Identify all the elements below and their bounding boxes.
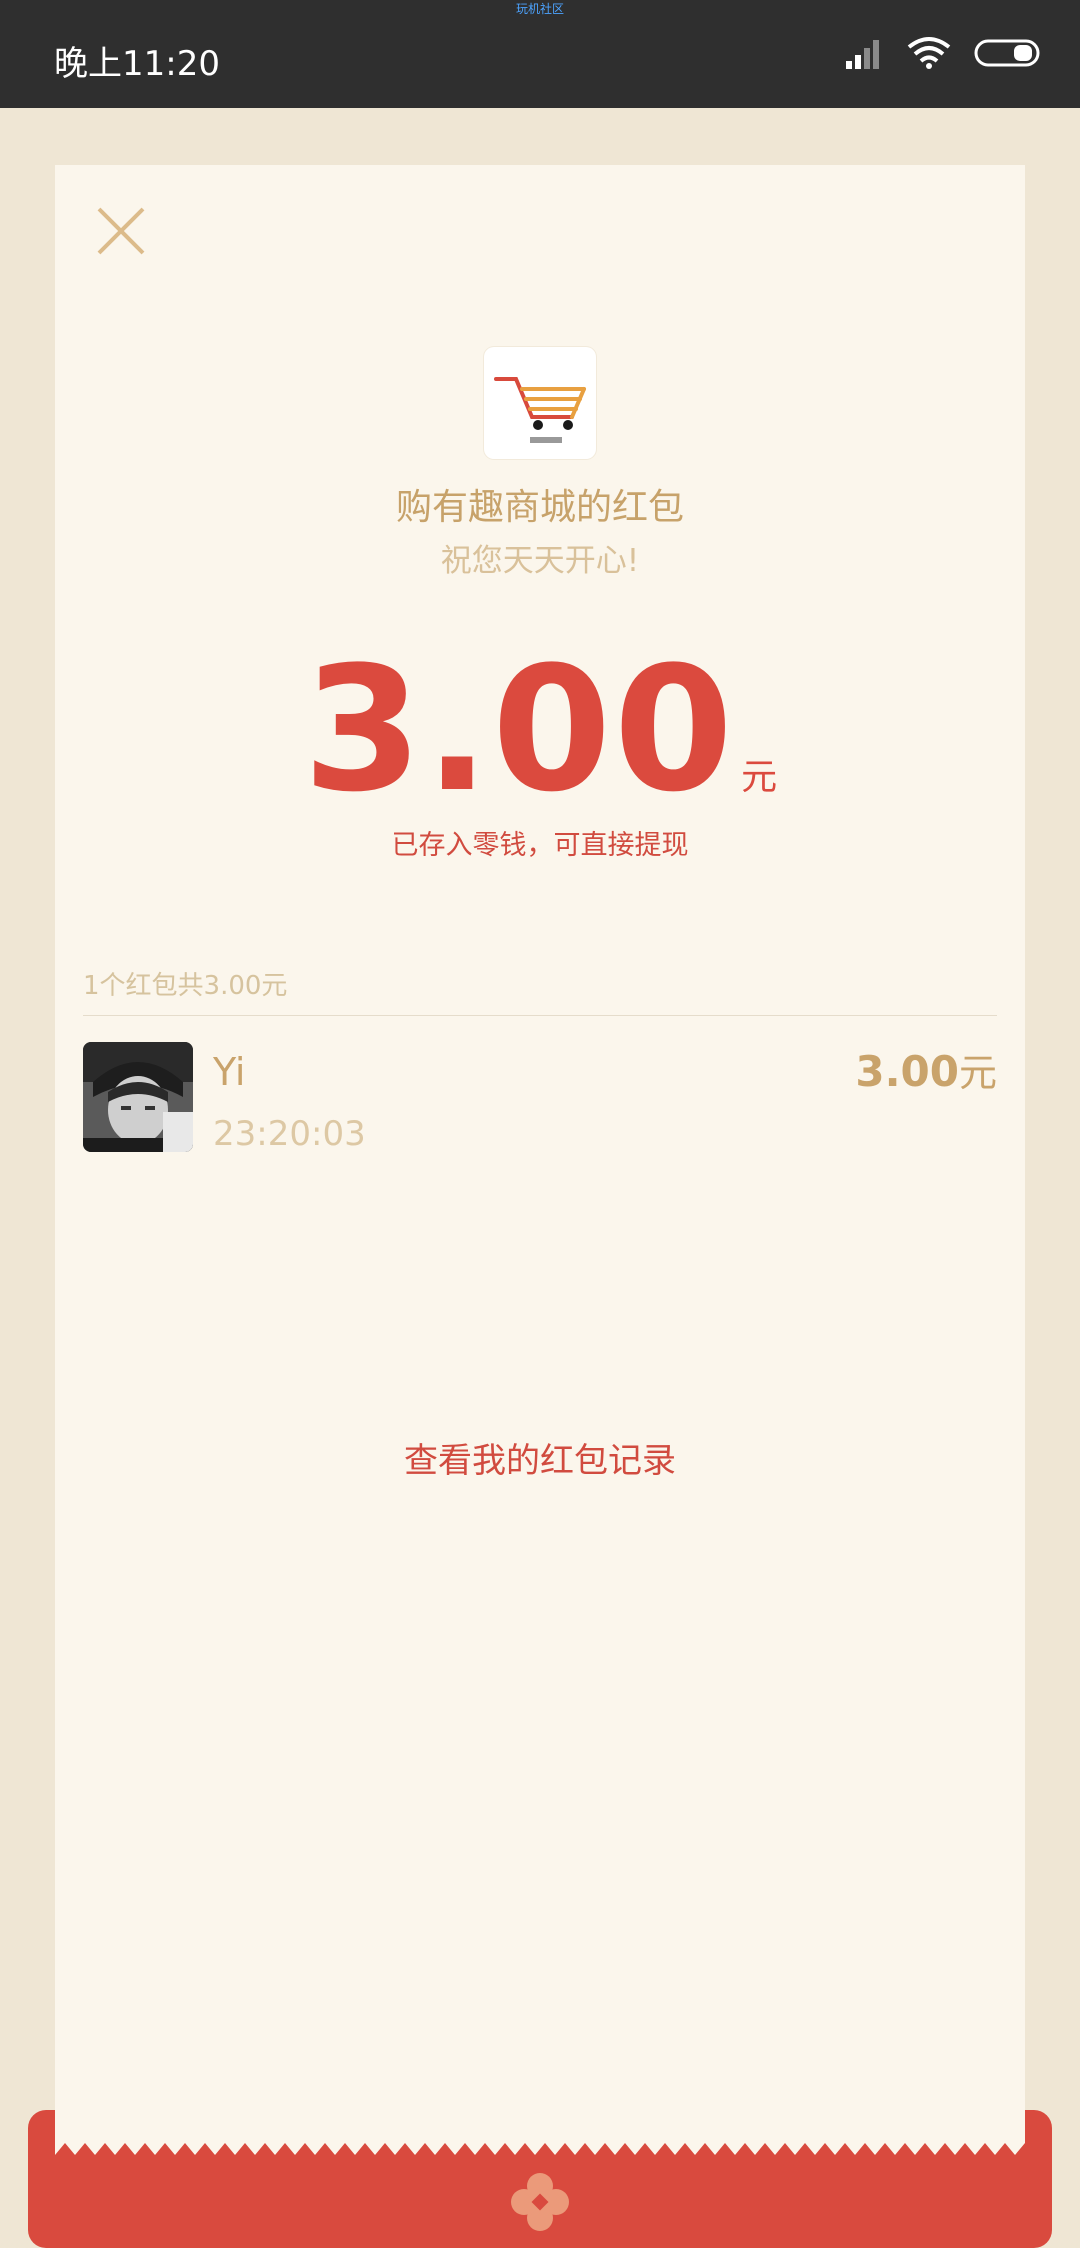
status-icons [844, 36, 1040, 70]
wifi-icon [907, 37, 951, 69]
amount-value: 3.00 [302, 629, 736, 830]
view-history-link[interactable]: 查看我的红包记录 [55, 1433, 1025, 1482]
signal-icon [846, 40, 879, 69]
recipient-amount-value: 3.00 [855, 1047, 959, 1096]
amount-row: 3.00 元 [55, 635, 1025, 825]
greeting-text: 祝您天天开心! [440, 543, 640, 579]
battery-icon [974, 39, 1040, 67]
top-mini-text: 玩机社区 [515, 2, 564, 16]
status-time: 晚上11:20 [54, 44, 220, 84]
amount-unit: 元 [741, 757, 778, 798]
shop-logo [484, 347, 596, 459]
divider [83, 1015, 997, 1016]
recipient-amount: 3.00元 [855, 1042, 997, 1097]
recipient-row[interactable]: Yi 23:20:03 3.00元 [83, 1042, 997, 1157]
recipient-amount-unit: 元 [958, 1051, 997, 1095]
packet-summary: 1个红包共3.00元 [83, 971, 288, 1001]
recipient-name: Yi [213, 1050, 246, 1094]
avatar [83, 1042, 193, 1152]
sender-title: 购有趣商城的红包 [395, 487, 684, 528]
coin-emblem-icon [511, 2173, 569, 2231]
stored-note: 已存入零钱，可直接提现 [391, 830, 689, 861]
shopping-cart-icon [494, 377, 586, 443]
avatar-image [83, 1042, 193, 1152]
recipient-time: 23:20:03 [213, 1114, 366, 1154]
close-icon[interactable] [95, 205, 147, 257]
red-packet-card: 购有趣商城的红包 祝您天天开心! 3.00 元 已存入零钱，可直接提现 1个红包共… [55, 165, 1025, 2248]
status-bar: 玩机社区 晚上11:20 [0, 0, 1080, 108]
